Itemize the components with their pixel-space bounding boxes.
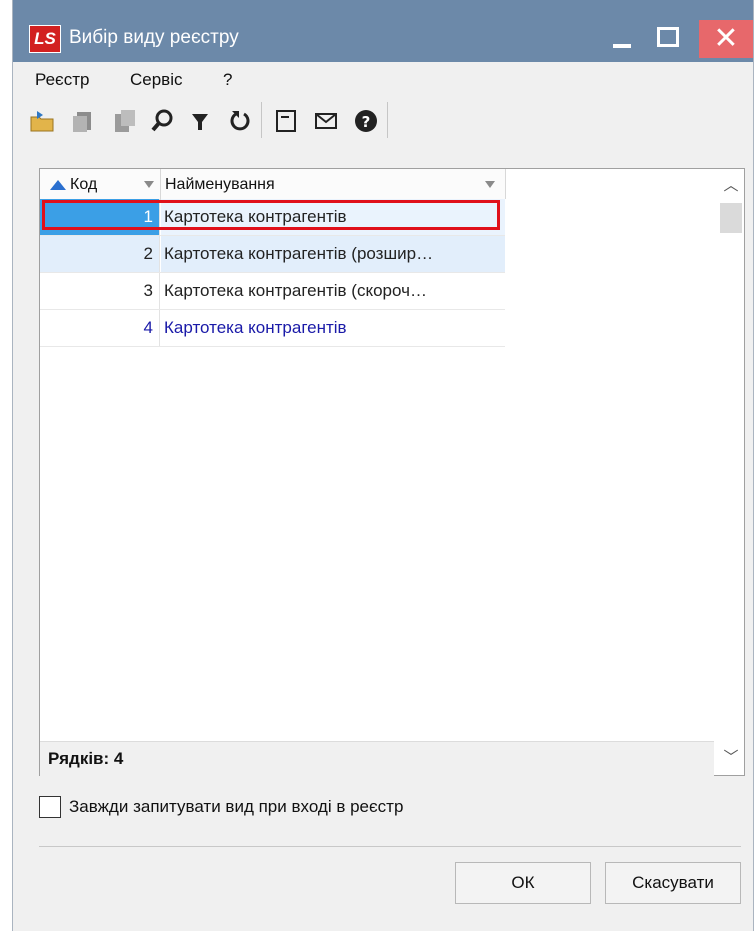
- column-header-code[interactable]: Код: [40, 169, 161, 199]
- refresh-icon[interactable]: [225, 106, 255, 136]
- divider: [39, 846, 741, 847]
- menu-servis[interactable]: Сервіс: [130, 70, 183, 90]
- column-header-name[interactable]: Найменування: [161, 169, 506, 199]
- sort-ascending-icon: [50, 180, 66, 190]
- table-row[interactable]: 2 Картотека контрагентів (розшир…: [40, 236, 505, 273]
- close-button[interactable]: ✕: [699, 20, 753, 58]
- toolbar-separator: [261, 102, 262, 138]
- menu-help[interactable]: ?: [223, 70, 232, 90]
- cell-name: Картотека контрагентів (скороч…: [164, 281, 427, 300]
- grid-footer: Рядків: 4: [40, 741, 714, 776]
- menu-bar: Реєстр Сервіс ?: [13, 62, 753, 96]
- menu-reestr[interactable]: Реєстр: [35, 70, 89, 90]
- app-logo-icon: LS: [29, 25, 61, 53]
- table-row[interactable]: 4 Картотека контрагентів: [40, 310, 505, 347]
- column-dropdown-icon[interactable]: [485, 181, 495, 188]
- cell-code: 3: [40, 273, 160, 309]
- minimize-button[interactable]: [601, 20, 641, 58]
- form-icon[interactable]: [271, 106, 301, 136]
- column-header-name-label: Найменування: [165, 176, 275, 193]
- grid-header: Код Найменування: [40, 169, 506, 200]
- search-icon[interactable]: [147, 106, 177, 136]
- row-count: Рядків: 4: [48, 749, 124, 768]
- email-icon[interactable]: [311, 106, 341, 136]
- ok-button[interactable]: ОК: [455, 862, 591, 904]
- maximize-button[interactable]: [647, 20, 687, 58]
- register-grid: Код Найменування 1 Картотека контрагенті…: [39, 168, 745, 776]
- cell-code: 4: [40, 310, 160, 346]
- vertical-scrollbar[interactable]: ︿ ﹀: [714, 169, 744, 775]
- table-row[interactable]: 3 Картотека контрагентів (скороч…: [40, 273, 505, 310]
- cancel-button[interactable]: Скасувати: [605, 862, 741, 904]
- always-ask-checkbox[interactable]: [39, 796, 61, 818]
- column-dropdown-icon[interactable]: [144, 181, 154, 188]
- dialog-window: LS Вибір виду реєстру ✕ Реєстр Сервіс ?: [12, 0, 754, 931]
- selection-highlight-box: [42, 200, 500, 230]
- paste-document-icon[interactable]: [109, 106, 139, 136]
- scroll-down-icon[interactable]: ﹀: [720, 747, 742, 769]
- column-header-code-label: Код: [70, 176, 98, 193]
- toolbar-separator: [387, 102, 388, 138]
- help-icon[interactable]: ?: [351, 106, 381, 136]
- copy-document-icon[interactable]: [69, 106, 99, 136]
- svg-text:?: ?: [362, 113, 371, 131]
- title-bar[interactable]: LS Вибір виду реєстру ✕: [13, 0, 753, 62]
- cell-code: 2: [40, 236, 160, 272]
- cell-name: Картотека контрагентів: [164, 318, 347, 337]
- filter-icon[interactable]: [185, 106, 215, 136]
- scrollbar-thumb[interactable]: [720, 203, 742, 233]
- scroll-up-icon[interactable]: ︿: [720, 175, 742, 197]
- window-title: Вибір виду реєстру: [69, 27, 239, 48]
- always-ask-label[interactable]: Завжди запитувати вид при вході в реєстр: [69, 797, 403, 817]
- cell-name: Картотека контрагентів (розшир…: [161, 236, 505, 272]
- toolbar: ?: [13, 96, 753, 146]
- open-folder-icon[interactable]: [27, 106, 57, 136]
